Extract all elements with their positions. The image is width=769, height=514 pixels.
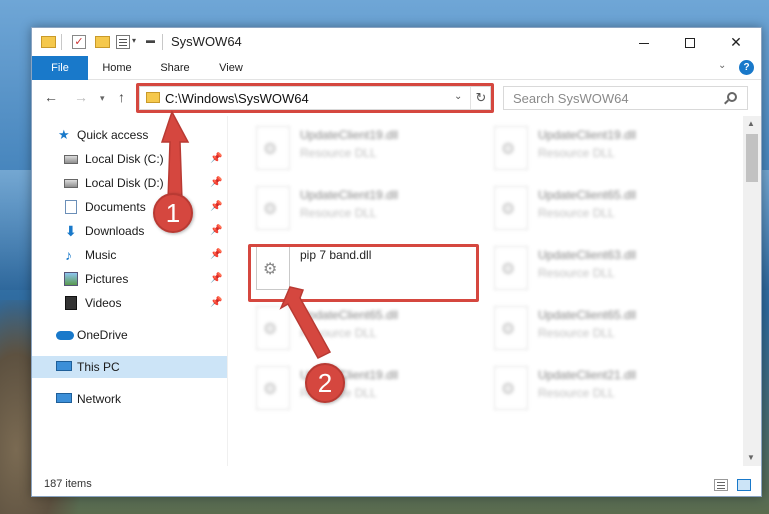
step-1-badge: 1 <box>153 193 193 233</box>
annotation-arrow-1 <box>160 110 332 359</box>
arrow-shape-1 <box>160 110 190 201</box>
arrow-shape-2 <box>279 286 332 359</box>
step-2-badge: 2 <box>305 363 345 403</box>
